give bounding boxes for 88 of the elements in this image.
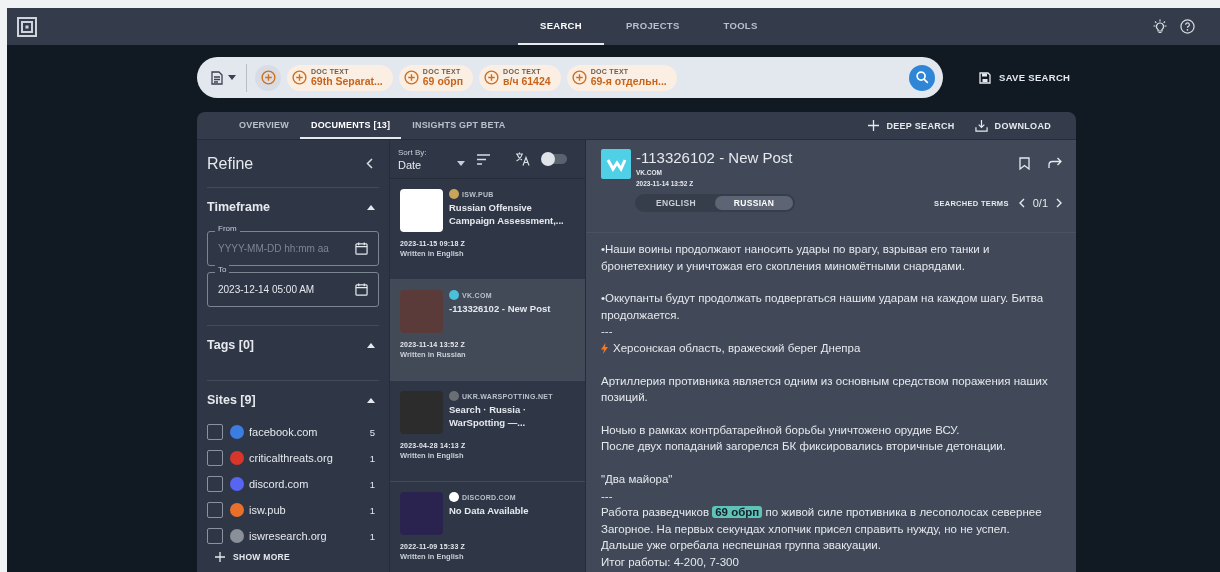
field-label: From	[215, 224, 240, 233]
plus-icon	[215, 552, 225, 562]
section-heading: Timeframe	[207, 200, 270, 214]
search-icon	[915, 71, 929, 84]
sort-order-icon[interactable]	[477, 153, 490, 165]
nav-tab[interactable]: TOOLS	[701, 8, 780, 45]
post-text: Дальше уже огребала неспешная группа эвакуации.	[601, 538, 882, 554]
photo-placeholder	[400, 290, 443, 333]
section-heading: Sites [9]	[207, 393, 256, 407]
checkbox[interactable]	[207, 450, 223, 466]
field-label: To	[215, 265, 230, 274]
logo-icon[interactable]	[17, 16, 37, 37]
caret-icon[interactable]	[367, 342, 375, 348]
download-icon	[974, 119, 988, 132]
help-icon[interactable]	[1180, 18, 1195, 34]
document-title: Search · Russia · WarSpotting —...	[449, 403, 528, 429]
site-count: 5	[369, 426, 376, 438]
post-text: Артиллерия противника является одним из основным средством поражения наших позиций.	[601, 373, 1049, 406]
site-name: isw.pub	[249, 504, 287, 516]
checkbox[interactable]	[207, 528, 223, 544]
bookmark-icon[interactable]	[1019, 157, 1030, 170]
save-search-button[interactable]: SAVE SEARCH	[979, 71, 1071, 84]
collapse-icon[interactable]	[366, 158, 373, 169]
document-title: -113326102 - New Post	[449, 302, 551, 315]
checkbox[interactable]	[207, 502, 223, 518]
download-button[interactable]: DOWNLOAD	[974, 112, 1051, 139]
calendar-icon[interactable]	[355, 283, 368, 296]
plus-circle-icon	[484, 70, 500, 85]
caret-icon[interactable]	[367, 204, 375, 210]
share-icon[interactable]	[1048, 157, 1062, 169]
site-name: facebook.com	[249, 426, 319, 438]
post-text: Херсонская область, вражеский берег Днепра	[613, 340, 861, 356]
calendar-icon[interactable]	[355, 242, 368, 255]
document-icon	[211, 70, 223, 85]
lightbulb-icon[interactable]	[1152, 18, 1168, 35]
caret-icon	[228, 75, 236, 80]
sort-dropdown[interactable]: Sort By: Date	[398, 147, 465, 171]
term-counter: 0/1	[1032, 197, 1048, 209]
site-count: 1	[369, 452, 376, 464]
date-field[interactable]: YYYY-MM-DD hh:mm aa	[207, 231, 379, 266]
post-text: ---	[601, 324, 614, 340]
site-count: 1	[369, 530, 376, 542]
nav-tab[interactable]: PROJECTS	[603, 8, 702, 45]
photo-placeholder	[400, 189, 443, 232]
next-icon[interactable]	[1056, 198, 1062, 208]
checkbox[interactable]	[207, 424, 223, 440]
site-count: 1	[369, 478, 376, 490]
caret-icon	[457, 160, 465, 166]
post-text: •Оккупанты будут продолжать подвергаться нашим ударам на каждом шагу. Битва продолжается.	[601, 291, 1045, 323]
language-option[interactable]: ENGLISH	[637, 196, 715, 210]
post-text: Работа разведчиков 69 обрп по живой силе противника в лесополосах севернее Загорное. На первых секундах хлопчик присел справить нужду, но не успел.	[601, 505, 1043, 537]
refine-heading: Refine	[207, 154, 254, 173]
section-heading: Tags [0]	[207, 338, 254, 352]
site-name: criticalthreats.org	[249, 452, 334, 464]
document-title: No Data Available	[449, 504, 529, 517]
plus-circle-icon	[292, 70, 307, 85]
post-text: Итог работы: 4-200, 7-300	[601, 554, 740, 570]
language-option[interactable]: RUSSIAN	[715, 196, 793, 210]
document-heading: -113326102 - New Post	[636, 149, 793, 167]
panel-tab[interactable]: INSIGHTS GPT BETA	[401, 112, 517, 139]
post-text: •Наши воины продолжают наносить удары по врагу, взрывая его танки и бронетехнику и уничтожая его скопления миномётными снарядами.	[601, 242, 991, 274]
translate-icon[interactable]	[515, 152, 530, 166]
show-more-button[interactable]: SHOW MORE	[215, 552, 290, 562]
post-text: Ночью в рамках контрбатарейной борьбы уничтожено орудие ВСУ.	[601, 422, 961, 438]
nav-tab[interactable]: SEARCH	[518, 8, 604, 45]
translate-toggle[interactable]	[542, 154, 567, 164]
deep-search-button[interactable]: DEEP SEARCH	[868, 112, 955, 139]
add-term-button[interactable]	[255, 64, 281, 91]
lightning-icon	[601, 342, 608, 354]
panel-tab[interactable]: OVERVIEW	[228, 112, 300, 139]
site-count: 1	[369, 504, 376, 516]
plus-circle-icon	[571, 70, 587, 85]
site-name: discord.com	[249, 478, 310, 490]
photo-placeholder	[400, 391, 443, 434]
previous-icon[interactable]	[1018, 198, 1025, 208]
post-text: "Два майора"	[601, 471, 674, 487]
document-title: Russian Offensive Campaign Assessment,...	[449, 201, 565, 227]
checkbox[interactable]	[207, 476, 223, 492]
caret-icon[interactable]	[367, 397, 375, 403]
date-field[interactable]: 2023-12-14 05:00 AM	[207, 272, 379, 307]
plus-circle-icon	[403, 70, 419, 85]
search-button[interactable]	[909, 64, 935, 91]
plus-circle-icon	[260, 70, 276, 85]
site-name: iswresearch.org	[249, 530, 328, 542]
post-text: ---	[601, 488, 614, 504]
vk-logo-icon	[601, 149, 631, 179]
plus-icon	[868, 120, 880, 131]
post-text: После двух попаданий загорелся БК фиксировались вторичные детонации.	[601, 439, 1007, 455]
